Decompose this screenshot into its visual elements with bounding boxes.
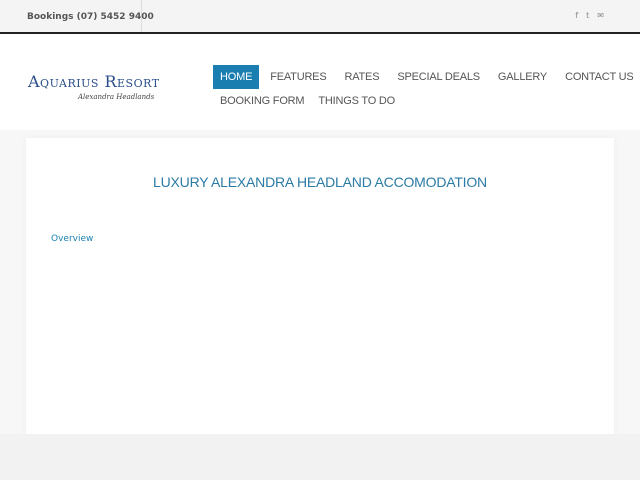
site-header: Aquarius Resort Alexandra Headlands HOME… <box>0 34 640 130</box>
nav-item-special-deals[interactable]: SPECIAL DEALS <box>390 65 487 89</box>
footer-band <box>0 434 640 480</box>
nav-item-rates[interactable]: RATES <box>337 65 386 89</box>
facebook-icon[interactable]: f <box>575 12 578 20</box>
twitter-icon[interactable]: t <box>586 12 589 20</box>
top-bar: Bookings (07) 5452 9400 f t ✉ <box>0 0 640 34</box>
social-links: f t ✉ <box>575 0 604 32</box>
main-nav: HOME FEATURES RATES SPECIAL DEALS GALLER… <box>213 65 634 113</box>
nav-item-features[interactable]: FEATURES <box>263 65 333 89</box>
nav-row-1: HOME FEATURES RATES SPECIAL DEALS GALLER… <box>213 65 634 89</box>
nav-item-gallery[interactable]: GALLERY <box>491 65 554 89</box>
bookings-phone[interactable]: Bookings (07) 5452 9400 <box>0 0 154 32</box>
page-title: LUXURY ALEXANDRA HEADLAND ACCOMODATION <box>153 174 487 190</box>
logo-text: Aquarius Resort <box>28 72 160 91</box>
email-icon[interactable]: ✉ <box>597 12 604 20</box>
nav-row-2: BOOKING FORM THINGS TO DO <box>213 89 613 113</box>
site-logo[interactable]: Aquarius Resort Alexandra Headlands <box>28 72 198 112</box>
main-content: LUXURY ALEXANDRA HEADLAND ACCOMODATION O… <box>26 138 614 434</box>
logo-subtitle: Alexandra Headlands <box>78 93 155 101</box>
overview-link[interactable]: Overview <box>51 234 93 244</box>
nav-item-contact-us[interactable]: CONTACT US <box>558 65 640 89</box>
nav-item-home[interactable]: HOME <box>213 65 260 89</box>
nav-item-booking-form[interactable]: BOOKING FORM <box>213 89 311 113</box>
nav-item-things-to-do[interactable]: THINGS TO DO <box>311 89 402 113</box>
